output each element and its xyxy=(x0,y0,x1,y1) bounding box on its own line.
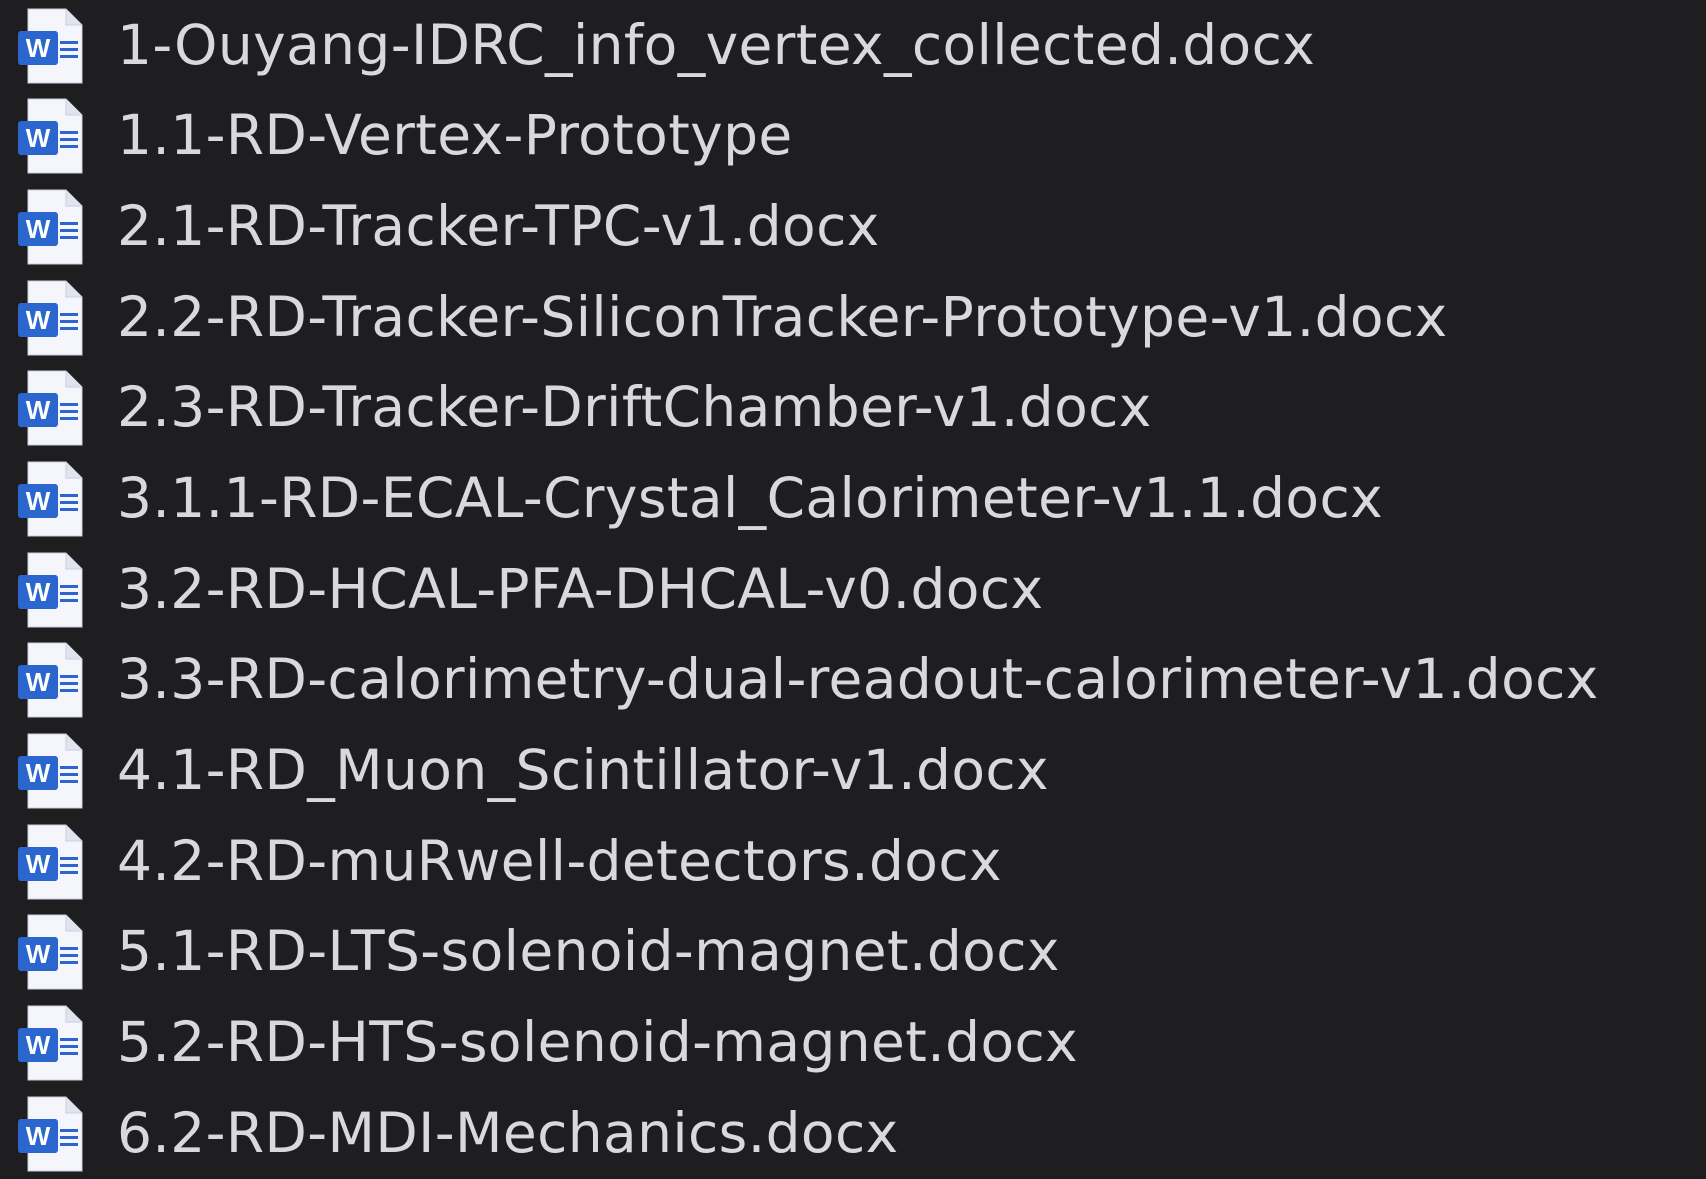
file-row[interactable]: W 3.1.1-RD-ECAL-Crystal_Calorimeter-v1.1… xyxy=(0,453,1706,544)
svg-text:W: W xyxy=(26,849,51,879)
file-name: 2.1-RD-Tracker-TPC-v1.docx xyxy=(117,194,880,258)
svg-text:W: W xyxy=(26,395,51,425)
file-row[interactable]: W 5.1-RD-LTS-solenoid-magnet.docx xyxy=(0,906,1706,997)
svg-text:W: W xyxy=(26,758,51,788)
file-row[interactable]: W 5.2-RD-HTS-solenoid-magnet.docx xyxy=(0,997,1706,1088)
file-name: 2.3-RD-Tracker-DriftChamber-v1.docx xyxy=(117,375,1152,439)
file-row[interactable]: W 3.3-RD-calorimetry-dual-readout-calori… xyxy=(0,634,1706,725)
file-row[interactable]: W 2.3-RD-Tracker-DriftChamber-v1.docx xyxy=(0,362,1706,453)
svg-text:W: W xyxy=(26,939,51,969)
file-name: 3.3-RD-calorimetry-dual-readout-calorime… xyxy=(117,647,1599,711)
word-document-icon: W xyxy=(16,460,84,538)
word-document-icon: W xyxy=(16,279,84,357)
svg-text:W: W xyxy=(26,123,51,153)
word-document-icon: W xyxy=(16,188,84,266)
file-name: 2.2-RD-Tracker-SiliconTracker-Prototype-… xyxy=(117,285,1448,349)
file-name: 5.1-RD-LTS-solenoid-magnet.docx xyxy=(117,919,1060,983)
word-document-icon: W xyxy=(16,732,84,810)
file-row[interactable]: W 4.2-RD-muRwell-detectors.docx xyxy=(0,816,1706,907)
file-list: W 1-Ouyang-IDRC_info_vertex_collected.do… xyxy=(0,0,1706,1171)
word-document-icon: W xyxy=(16,7,84,85)
svg-text:W: W xyxy=(26,486,51,516)
file-name: 6.2-RD-MDI-Mechanics.docx xyxy=(117,1101,899,1165)
file-name: 3.1.1-RD-ECAL-Crystal_Calorimeter-v1.1.d… xyxy=(117,466,1384,530)
file-name: 4.2-RD-muRwell-detectors.docx xyxy=(117,829,1002,893)
file-row[interactable]: W 2.2-RD-Tracker-SiliconTracker-Prototyp… xyxy=(0,272,1706,363)
file-name: 4.1-RD_Muon_Scintillator-v1.docx xyxy=(117,738,1049,802)
word-document-icon: W xyxy=(16,1004,84,1082)
svg-text:W: W xyxy=(26,1030,51,1060)
word-document-icon: W xyxy=(16,1095,84,1173)
word-document-icon: W xyxy=(16,641,84,719)
file-row[interactable]: W 2.1-RD-Tracker-TPC-v1.docx xyxy=(0,181,1706,272)
file-name: 3.2-RD-HCAL-PFA-DHCAL-v0.docx xyxy=(117,557,1044,621)
file-row[interactable]: W 6.2-RD-MDI-Mechanics.docx xyxy=(0,1088,1706,1179)
file-row[interactable]: W 3.2-RD-HCAL-PFA-DHCAL-v0.docx xyxy=(0,544,1706,635)
file-row[interactable]: W 1.1-RD-Vertex-Prototype xyxy=(0,90,1706,181)
word-document-icon: W xyxy=(16,551,84,629)
svg-text:W: W xyxy=(26,667,51,697)
svg-text:W: W xyxy=(26,577,51,607)
svg-text:W: W xyxy=(26,305,51,335)
svg-text:W: W xyxy=(26,33,51,63)
file-name: 1.1-RD-Vertex-Prototype xyxy=(117,103,793,167)
word-document-icon: W xyxy=(16,369,84,447)
word-document-icon: W xyxy=(16,97,84,175)
svg-text:W: W xyxy=(26,1121,51,1151)
word-document-icon: W xyxy=(16,823,84,901)
file-row[interactable]: W 1-Ouyang-IDRC_info_vertex_collected.do… xyxy=(0,0,1706,91)
svg-text:W: W xyxy=(26,214,51,244)
file-row[interactable]: W 4.1-RD_Muon_Scintillator-v1.docx xyxy=(0,725,1706,816)
file-name: 5.2-RD-HTS-solenoid-magnet.docx xyxy=(117,1010,1079,1074)
word-document-icon: W xyxy=(16,913,84,991)
file-name: 1-Ouyang-IDRC_info_vertex_collected.docx xyxy=(117,13,1316,77)
